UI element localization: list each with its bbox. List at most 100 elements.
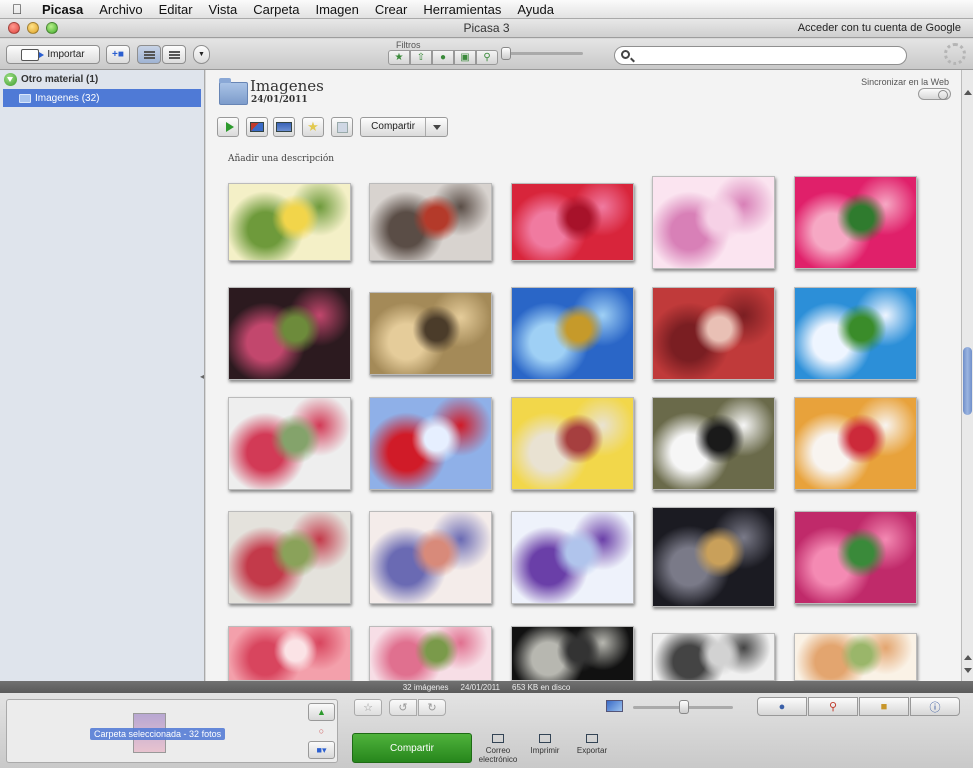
thumbnail-size-handle[interactable] bbox=[679, 700, 689, 714]
view-options-dropdown[interactable]: ▼ bbox=[193, 45, 210, 64]
chevron-down-icon[interactable] bbox=[426, 125, 447, 130]
menu-ayuda[interactable]: Ayuda bbox=[509, 2, 562, 17]
add-to-album-button[interactable]: +■ bbox=[106, 45, 130, 64]
thumbnail-size-slider[interactable] bbox=[633, 700, 733, 714]
photo-thumbnail-red-pink-roses[interactable] bbox=[511, 183, 634, 261]
photo-thumbnail-pink-roses-bouquet[interactable] bbox=[369, 626, 492, 681]
scroll-down-arrow[interactable] bbox=[964, 668, 972, 673]
import-button[interactable]: Importar bbox=[6, 45, 100, 64]
photo-thumbnail-floral-pattern[interactable] bbox=[794, 633, 917, 681]
photo-thumbnail-sleeping-tigers[interactable] bbox=[369, 292, 492, 375]
tree-view-button[interactable] bbox=[162, 45, 186, 64]
sync-web-toggle[interactable] bbox=[918, 88, 951, 100]
add-to-album-icon: +■ bbox=[112, 49, 124, 60]
photo-thumbnail-flower-basket[interactable] bbox=[228, 511, 351, 604]
flat-view-button[interactable] bbox=[137, 45, 161, 64]
photo-thumbnail-red-flowers-blue[interactable] bbox=[369, 397, 492, 490]
scroll-up-arrow[interactable] bbox=[964, 90, 972, 95]
collection-header[interactable]: Otro material (1) bbox=[4, 73, 98, 86]
album-date[interactable]: 24/01/2011 bbox=[251, 95, 308, 105]
photo-thumbnail-pink-orchids[interactable] bbox=[652, 176, 775, 269]
filter-slider-handle[interactable] bbox=[501, 47, 511, 60]
photo-thumbnail-pink-carnations[interactable] bbox=[228, 626, 351, 681]
search-box[interactable] bbox=[614, 46, 907, 65]
sidebar-item-imagenes[interactable]: Imagenes (32) bbox=[3, 89, 201, 107]
album-folder-icon bbox=[219, 78, 248, 105]
menu-herramientas[interactable]: Herramientas bbox=[415, 2, 509, 17]
disk-size: 653 KB en disco bbox=[512, 682, 571, 692]
share-button[interactable]: Compartir bbox=[352, 733, 472, 763]
close-window-button[interactable] bbox=[8, 22, 20, 34]
add-to-album-dropdown[interactable]: ■▾ bbox=[308, 741, 335, 759]
photo-thumbnail-white-sports-car[interactable] bbox=[652, 633, 775, 681]
save-button[interactable] bbox=[331, 117, 353, 137]
photo-thumbnail-red-cups-on-table[interactable] bbox=[369, 183, 492, 261]
photo-thumbnail-pink-rose-magenta[interactable] bbox=[794, 176, 917, 269]
movie-button[interactable] bbox=[273, 117, 295, 137]
image-count: 32 imágenes bbox=[402, 682, 449, 692]
import-label: Importar bbox=[47, 49, 85, 60]
album-description[interactable]: Añadir una descripción bbox=[228, 154, 334, 164]
rotate-left-button[interactable]: ↺ bbox=[389, 699, 417, 716]
rotate-right-button[interactable]: ↻ bbox=[418, 699, 446, 716]
photo-thumbnail-heart-of-flowers[interactable] bbox=[228, 183, 351, 261]
photo-thumbnail-pink-roses-magenta[interactable] bbox=[794, 511, 917, 604]
menu-editar[interactable]: Editar bbox=[151, 2, 201, 17]
menu-vista[interactable]: Vista bbox=[201, 2, 246, 17]
slideshow-button[interactable] bbox=[217, 117, 239, 137]
star-filter-icon[interactable]: ★ bbox=[388, 50, 410, 65]
window-title-bar: Picasa 3 Acceder con tu cuenta de Google bbox=[0, 19, 973, 38]
star-tray-button[interactable]: ☆ bbox=[354, 699, 382, 716]
photo-thumbnail-flower-arrangement-dark[interactable] bbox=[228, 287, 351, 380]
places-button[interactable]: ⚲ bbox=[808, 697, 858, 716]
tag-icon: ■ bbox=[880, 700, 888, 713]
menu-imagen[interactable]: Imagen bbox=[307, 2, 366, 17]
folder-icon bbox=[19, 93, 31, 103]
sidebar-item-label: Imagenes (32) bbox=[35, 92, 100, 104]
movie-filter-icon[interactable]: ▣ bbox=[454, 50, 476, 65]
print-button[interactable]: Imprimir bbox=[525, 734, 565, 755]
sidebar-resize-handle[interactable]: ◂ bbox=[200, 372, 204, 381]
hold-pin-button[interactable]: ▲ bbox=[308, 703, 335, 721]
tags-button[interactable]: ■ bbox=[859, 697, 909, 716]
star-button[interactable]: ★ bbox=[302, 117, 324, 137]
photo-thumbnail-white-lizard-black[interactable] bbox=[511, 626, 634, 681]
filter-date-slider[interactable] bbox=[501, 47, 583, 60]
menu-archivo[interactable]: Archivo bbox=[91, 2, 150, 17]
menu-picasa[interactable]: Picasa bbox=[34, 2, 91, 17]
photo-thumbnail-red-room[interactable] bbox=[652, 287, 775, 380]
photo-thumbnail-white-lily[interactable] bbox=[794, 287, 917, 380]
print-label: Imprimir bbox=[530, 746, 560, 755]
zoom-window-button[interactable] bbox=[46, 22, 58, 34]
photo-thumbnail-zebra[interactable] bbox=[652, 397, 775, 490]
google-account-link[interactable]: Acceder con tu cuenta de Google bbox=[798, 22, 961, 34]
search-input[interactable] bbox=[635, 49, 895, 62]
photo-thumbnail-daisies-bouquet[interactable] bbox=[511, 397, 634, 490]
photo-thumbnail-purple-flowers-vase[interactable] bbox=[511, 511, 634, 604]
location-filter-icon[interactable]: ⚲ bbox=[476, 50, 498, 65]
album-title[interactable]: Imagenes bbox=[250, 77, 324, 95]
properties-button[interactable]: ⓘ bbox=[910, 697, 960, 716]
minimize-window-button[interactable] bbox=[27, 22, 39, 34]
menu-crear[interactable]: Crear bbox=[367, 2, 416, 17]
apple-menu-icon[interactable]:  bbox=[0, 1, 34, 17]
menu-carpeta[interactable]: Carpeta bbox=[245, 2, 307, 17]
people-button[interactable]: ● bbox=[757, 697, 807, 716]
photo-thumbnail-man-in-city[interactable] bbox=[652, 507, 775, 607]
scroll-up-arrow[interactable] bbox=[964, 655, 972, 660]
photo-thumbnail-daisies-orange-bg[interactable] bbox=[794, 397, 917, 490]
vertical-scrollbar[interactable] bbox=[961, 70, 973, 681]
person-filter-icon[interactable]: ● bbox=[432, 50, 454, 65]
upload-filter-icon[interactable]: ⇧ bbox=[410, 50, 432, 65]
photo-thumbnail-vase-of-flowers[interactable] bbox=[228, 397, 351, 490]
email-button[interactable]: Correo electrónico bbox=[476, 734, 520, 764]
clear-tray-button[interactable]: ○ bbox=[308, 722, 335, 740]
collection-label: Otro material (1) bbox=[21, 74, 99, 85]
scrollbar-thumb[interactable] bbox=[963, 347, 972, 415]
photo-thumbnail-lake-landscape[interactable] bbox=[511, 287, 634, 380]
disclosure-triangle-icon[interactable] bbox=[4, 73, 17, 86]
photo-thumbnail-blue-flowers-pot[interactable] bbox=[369, 511, 492, 604]
export-button[interactable]: Exportar bbox=[571, 734, 613, 755]
album-share-button[interactable]: Compartir bbox=[360, 117, 448, 137]
collage-button[interactable] bbox=[246, 117, 268, 137]
